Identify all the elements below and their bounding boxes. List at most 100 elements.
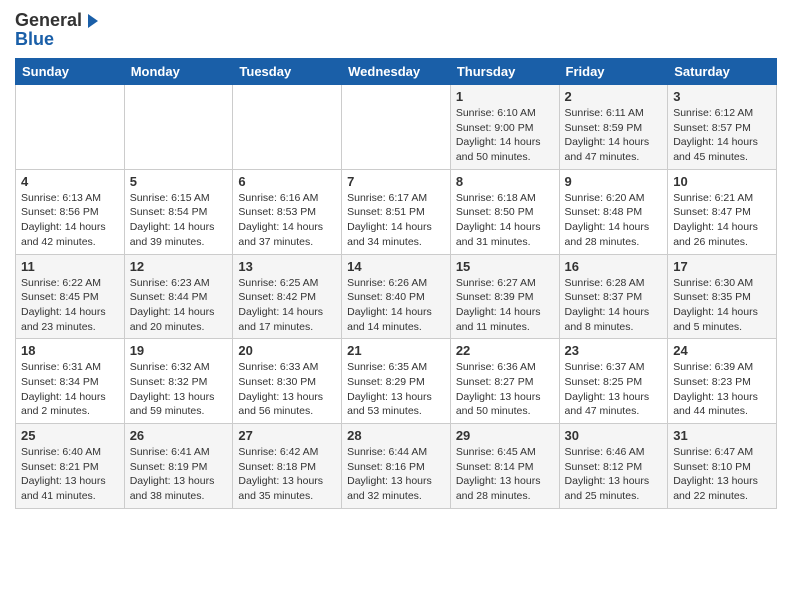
calendar-cell: 25Sunrise: 6:40 AMSunset: 8:21 PMDayligh…	[16, 424, 125, 509]
cell-date-number: 8	[456, 174, 554, 189]
cell-info-text: Sunrise: 6:17 AMSunset: 8:51 PMDaylight:…	[347, 191, 445, 250]
cell-date-number: 3	[673, 89, 771, 104]
logo-blue-text: Blue	[15, 29, 54, 50]
cell-date-number: 9	[565, 174, 663, 189]
calendar-header: SundayMondayTuesdayWednesdayThursdayFrid…	[16, 59, 777, 85]
calendar-cell: 1Sunrise: 6:10 AMSunset: 9:00 PMDaylight…	[450, 85, 559, 170]
calendar-table: SundayMondayTuesdayWednesdayThursdayFrid…	[15, 58, 777, 509]
calendar-cell: 24 Sunrise: 6:39 AMSunset: 8:23 PMDayligh…	[668, 339, 777, 424]
calendar-cell: 8 Sunrise: 6:18 AMSunset: 8:50 PMDaylight…	[450, 169, 559, 254]
cell-date-number: 24	[673, 343, 771, 358]
calendar-cell: 26 Sunrise: 6:41 AMSunset: 8:19 PMDayligh…	[124, 424, 233, 509]
calendar-cell	[342, 85, 451, 170]
calendar-cell: 4 Sunrise: 6:13 AMSunset: 8:56 PMDaylight…	[16, 169, 125, 254]
cell-date-number: 16	[565, 259, 663, 274]
calendar-week-1: 1Sunrise: 6:10 AMSunset: 9:00 PMDaylight…	[16, 85, 777, 170]
cell-date-number: 11	[21, 259, 119, 274]
calendar-cell: 29Sunrise: 6:45 AMSunset: 8:14 PMDayligh…	[450, 424, 559, 509]
logo: General Blue	[15, 10, 102, 50]
cell-info-text: Sunrise: 6:36 AMSunset: 8:27 PMDaylight:…	[456, 360, 554, 419]
cell-date-number: 20	[238, 343, 336, 358]
cell-date-number: 4	[21, 174, 119, 189]
cell-date-number: 25	[21, 428, 119, 443]
calendar-cell: 17 Sunrise: 6:30 AMSunset: 8:35 PMDayligh…	[668, 254, 777, 339]
cell-date-number: 26	[130, 428, 228, 443]
calendar-week-2: 4 Sunrise: 6:13 AMSunset: 8:56 PMDaylight…	[16, 169, 777, 254]
cell-info-text: Sunrise: 6:46 AMSunset: 8:12 PMDaylight:…	[565, 445, 663, 504]
day-header-wednesday: Wednesday	[342, 59, 451, 85]
day-header-friday: Friday	[559, 59, 668, 85]
cell-date-number: 21	[347, 343, 445, 358]
calendar-cell: 23Sunrise: 6:37 AMSunset: 8:25 PMDayligh…	[559, 339, 668, 424]
cell-info-text: Sunrise: 6:39 AMSunset: 8:23 PMDaylight:…	[673, 360, 771, 419]
cell-date-number: 15	[456, 259, 554, 274]
calendar-cell	[124, 85, 233, 170]
cell-info-text: Sunrise: 6:47 AMSunset: 8:10 PMDaylight:…	[673, 445, 771, 504]
cell-date-number: 1	[456, 89, 554, 104]
cell-info-text: Sunrise: 6:22 AMSunset: 8:45 PMDaylight:…	[21, 276, 119, 335]
calendar-week-5: 25Sunrise: 6:40 AMSunset: 8:21 PMDayligh…	[16, 424, 777, 509]
calendar-cell: 11 Sunrise: 6:22 AMSunset: 8:45 PMDayligh…	[16, 254, 125, 339]
calendar-cell: 22Sunrise: 6:36 AMSunset: 8:27 PMDayligh…	[450, 339, 559, 424]
calendar-body: 1Sunrise: 6:10 AMSunset: 9:00 PMDaylight…	[16, 85, 777, 509]
cell-info-text: Sunrise: 6:41 AMSunset: 8:19 PMDaylight:…	[130, 445, 228, 504]
cell-info-text: Sunrise: 6:44 AMSunset: 8:16 PMDaylight:…	[347, 445, 445, 504]
cell-date-number: 29	[456, 428, 554, 443]
cell-date-number: 13	[238, 259, 336, 274]
cell-info-text: Sunrise: 6:20 AMSunset: 8:48 PMDaylight:…	[565, 191, 663, 250]
cell-info-text: Sunrise: 6:42 AMSunset: 8:18 PMDaylight:…	[238, 445, 336, 504]
calendar-cell: 15 Sunrise: 6:27 AMSunset: 8:39 PMDayligh…	[450, 254, 559, 339]
cell-info-text: Sunrise: 6:18 AMSunset: 8:50 PMDaylight:…	[456, 191, 554, 250]
calendar-week-3: 11 Sunrise: 6:22 AMSunset: 8:45 PMDayligh…	[16, 254, 777, 339]
logo-general-text: General	[15, 10, 82, 31]
cell-date-number: 10	[673, 174, 771, 189]
cell-info-text: Sunrise: 6:11 AMSunset: 8:59 PMDaylight:…	[565, 106, 663, 165]
cell-info-text: Sunrise: 6:12 AMSunset: 8:57 PMDaylight:…	[673, 106, 771, 165]
cell-info-text: Sunrise: 6:16 AMSunset: 8:53 PMDaylight:…	[238, 191, 336, 250]
day-header-sunday: Sunday	[16, 59, 125, 85]
calendar-cell: 13 Sunrise: 6:25 AMSunset: 8:42 PMDayligh…	[233, 254, 342, 339]
day-header-saturday: Saturday	[668, 59, 777, 85]
calendar-cell: 19Sunrise: 6:32 AMSunset: 8:32 PMDayligh…	[124, 339, 233, 424]
cell-info-text: Sunrise: 6:33 AMSunset: 8:30 PMDaylight:…	[238, 360, 336, 419]
cell-info-text: Sunrise: 6:15 AMSunset: 8:54 PMDaylight:…	[130, 191, 228, 250]
cell-date-number: 27	[238, 428, 336, 443]
calendar-cell: 27 Sunrise: 6:42 AMSunset: 8:18 PMDayligh…	[233, 424, 342, 509]
cell-date-number: 18	[21, 343, 119, 358]
cell-date-number: 2	[565, 89, 663, 104]
cell-info-text: Sunrise: 6:27 AMSunset: 8:39 PMDaylight:…	[456, 276, 554, 335]
cell-info-text: Sunrise: 6:26 AMSunset: 8:40 PMDaylight:…	[347, 276, 445, 335]
calendar-cell: 30 Sunrise: 6:46 AMSunset: 8:12 PMDayligh…	[559, 424, 668, 509]
header: General Blue	[15, 10, 777, 50]
day-header-row: SundayMondayTuesdayWednesdayThursdayFrid…	[16, 59, 777, 85]
cell-info-text: Sunrise: 6:37 AMSunset: 8:25 PMDaylight:…	[565, 360, 663, 419]
calendar-cell: 20 Sunrise: 6:33 AMSunset: 8:30 PMDayligh…	[233, 339, 342, 424]
calendar-cell: 31Sunrise: 6:47 AMSunset: 8:10 PMDayligh…	[668, 424, 777, 509]
cell-date-number: 30	[565, 428, 663, 443]
calendar-cell: 12Sunrise: 6:23 AMSunset: 8:44 PMDayligh…	[124, 254, 233, 339]
cell-info-text: Sunrise: 6:13 AMSunset: 8:56 PMDaylight:…	[21, 191, 119, 250]
cell-date-number: 28	[347, 428, 445, 443]
cell-info-text: Sunrise: 6:31 AMSunset: 8:34 PMDaylight:…	[21, 360, 119, 419]
calendar-cell: 16Sunrise: 6:28 AMSunset: 8:37 PMDayligh…	[559, 254, 668, 339]
cell-info-text: Sunrise: 6:21 AMSunset: 8:47 PMDaylight:…	[673, 191, 771, 250]
calendar-cell: 28 Sunrise: 6:44 AMSunset: 8:16 PMDayligh…	[342, 424, 451, 509]
calendar-week-4: 18 Sunrise: 6:31 AMSunset: 8:34 PMDayligh…	[16, 339, 777, 424]
calendar-cell: 14 Sunrise: 6:26 AMSunset: 8:40 PMDayligh…	[342, 254, 451, 339]
calendar-cell: 9 Sunrise: 6:20 AMSunset: 8:48 PMDaylight…	[559, 169, 668, 254]
cell-date-number: 5	[130, 174, 228, 189]
day-header-monday: Monday	[124, 59, 233, 85]
cell-date-number: 6	[238, 174, 336, 189]
calendar-cell: 6 Sunrise: 6:16 AMSunset: 8:53 PMDaylight…	[233, 169, 342, 254]
calendar-cell: 2 Sunrise: 6:11 AMSunset: 8:59 PMDaylight…	[559, 85, 668, 170]
calendar-cell: 3 Sunrise: 6:12 AMSunset: 8:57 PMDaylight…	[668, 85, 777, 170]
day-header-tuesday: Tuesday	[233, 59, 342, 85]
cell-info-text: Sunrise: 6:30 AMSunset: 8:35 PMDaylight:…	[673, 276, 771, 335]
cell-info-text: Sunrise: 6:25 AMSunset: 8:42 PMDaylight:…	[238, 276, 336, 335]
cell-date-number: 17	[673, 259, 771, 274]
logo-arrow-icon	[84, 12, 102, 30]
cell-date-number: 14	[347, 259, 445, 274]
day-header-thursday: Thursday	[450, 59, 559, 85]
calendar-cell	[16, 85, 125, 170]
calendar-cell: 7Sunrise: 6:17 AMSunset: 8:51 PMDaylight…	[342, 169, 451, 254]
